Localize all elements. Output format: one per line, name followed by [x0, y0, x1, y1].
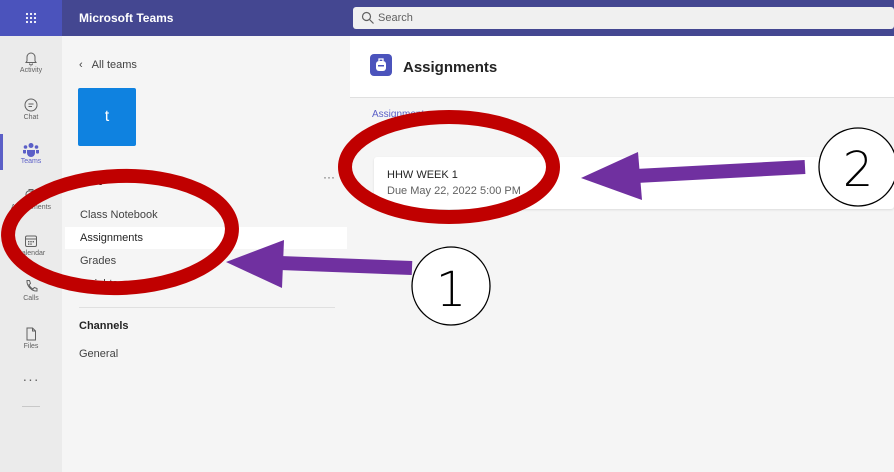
rail-divider — [22, 406, 40, 407]
rail-item-calendar[interactable]: Calendar — [0, 225, 62, 275]
channels-heading: Channels — [79, 320, 129, 332]
app-rail: Activity Chat Teams Assignments Calendar… — [0, 36, 62, 472]
team-avatar[interactable]: t — [78, 88, 136, 146]
tab-assignments[interactable]: Assignments — [372, 109, 429, 120]
phone-icon — [26, 280, 38, 292]
rail-label-files: Files — [23, 343, 39, 350]
main-header: Assignments — [350, 36, 894, 98]
backpack-icon — [25, 189, 37, 203]
team-more-options-button[interactable]: ··· — [323, 170, 335, 184]
rail-label-chat: Chat — [23, 114, 39, 121]
app-launcher-button[interactable] — [0, 0, 62, 36]
team-name: test — [79, 173, 103, 188]
title-bar: Microsoft Teams Search — [0, 0, 894, 36]
rail-label-assignments: Assignments — [10, 204, 52, 211]
search-input[interactable]: Search — [353, 7, 894, 29]
rail-label-calendar: Calendar — [16, 250, 46, 257]
search-icon — [361, 11, 374, 24]
search-placeholder: Search — [378, 12, 413, 24]
page-title: Assignments — [403, 59, 498, 76]
rail-label-teams: Teams — [20, 158, 42, 165]
all-teams-link[interactable]: ‹ All teams — [79, 59, 137, 71]
rail-item-files[interactable]: Files — [0, 318, 62, 368]
team-panel: ‹ All teams t test ··· Class Notebook Ass… — [62, 36, 350, 472]
main-content: Assignments Assignments HHW WEEK 1 Due M… — [350, 36, 894, 472]
assignment-title: HHW WEEK 1 — [387, 169, 458, 181]
app-title: Microsoft Teams — [62, 0, 350, 36]
nav-item-insights[interactable]: Insights — [65, 273, 347, 295]
assignment-due-date: Due May 22, 2022 5:00 PM — [387, 185, 521, 197]
all-teams-label: All teams — [91, 59, 137, 71]
rail-item-activity[interactable]: Activity — [0, 42, 62, 92]
rail-item-teams[interactable]: Teams — [0, 133, 62, 183]
rail-label-activity: Activity — [19, 67, 43, 74]
chat-icon — [24, 98, 38, 112]
assignment-card[interactable]: HHW WEEK 1 Due May 22, 2022 5:00 PM — [374, 157, 894, 209]
calendar-icon — [25, 235, 37, 247]
rail-item-assignments[interactable]: Assignments — [0, 179, 62, 229]
file-icon — [26, 327, 36, 341]
waffle-icon — [25, 12, 37, 24]
bell-icon — [25, 52, 37, 66]
nav-item-class-notebook[interactable]: Class Notebook — [65, 204, 347, 226]
teams-icon — [23, 143, 39, 157]
assignments-app-icon — [370, 54, 392, 76]
nav-item-grades[interactable]: Grades — [65, 250, 347, 272]
nav-item-assignments[interactable]: Assignments — [65, 227, 347, 249]
channel-item-general[interactable]: General — [79, 348, 118, 360]
panel-divider — [79, 307, 335, 308]
backpack-icon — [376, 58, 386, 71]
rail-more-button[interactable]: ··· — [0, 371, 62, 387]
chevron-left-icon: ‹ — [79, 59, 83, 71]
rail-item-chat[interactable]: Chat — [0, 89, 62, 139]
rail-label-calls: Calls — [23, 295, 39, 302]
rail-item-calls[interactable]: Calls — [0, 270, 62, 320]
